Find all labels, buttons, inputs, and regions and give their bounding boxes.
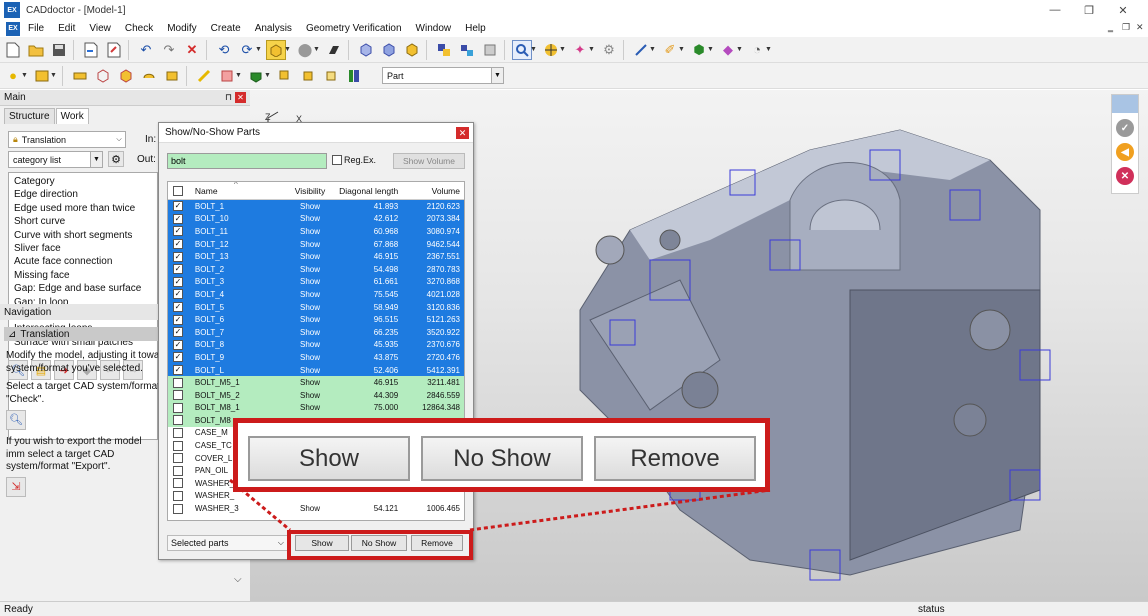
- zoom-show-button[interactable]: Show: [248, 436, 410, 481]
- zoomed-buttons-callout: Show No Show Remove: [233, 418, 770, 492]
- zoom-noshow-button[interactable]: No Show: [421, 436, 583, 481]
- status-text: Ready: [4, 603, 33, 615]
- callout-connectors: [229, 478, 771, 532]
- status-label: status: [918, 603, 945, 615]
- status-bar: Ready status: [0, 601, 1148, 616]
- zoom-remove-button[interactable]: Remove: [594, 436, 756, 481]
